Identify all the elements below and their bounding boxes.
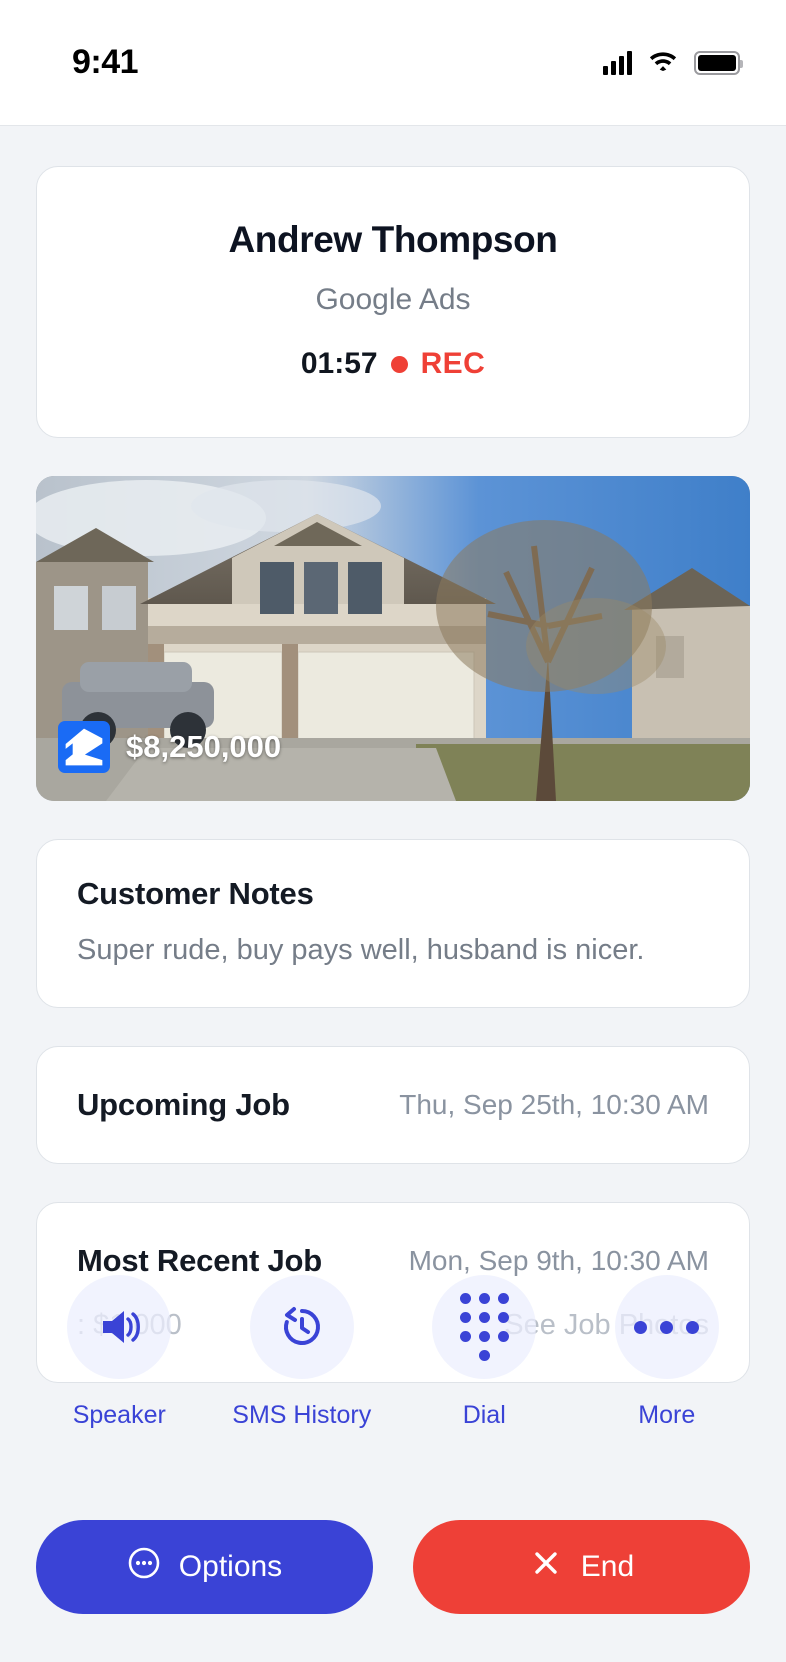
clock-history-icon bbox=[249, 1275, 354, 1379]
action-more-label: More bbox=[638, 1401, 696, 1429]
speaker-icon bbox=[67, 1275, 172, 1379]
property-price: $8,250,000 bbox=[126, 729, 282, 764]
call-action-bar: Speaker SMS History Dial More bbox=[0, 1275, 786, 1430]
battery-full-icon bbox=[694, 50, 743, 75]
upcoming-job-card[interactable]: Upcoming Job Thu, Sep 25th, 10:30 AM bbox=[36, 1046, 750, 1164]
ellipsis-icon bbox=[614, 1275, 719, 1379]
call-details-scroll[interactable]: Andrew Thompson Google Ads 01:57 REC $8,… bbox=[0, 126, 786, 1662]
caller-source: Google Ads bbox=[315, 283, 471, 316]
action-sms-history[interactable]: SMS History bbox=[227, 1275, 377, 1430]
options-circle-icon bbox=[127, 1546, 161, 1588]
action-more[interactable]: More bbox=[592, 1275, 742, 1430]
dialpad-icon bbox=[432, 1275, 537, 1379]
caller-name: Andrew Thompson bbox=[228, 219, 558, 260]
action-speaker[interactable]: Speaker bbox=[44, 1275, 194, 1430]
recent-job-label: Most Recent Job bbox=[77, 1243, 323, 1278]
status-bar: 9:41 bbox=[0, 0, 786, 126]
wifi-icon bbox=[648, 48, 678, 77]
action-dial-label: Dial bbox=[462, 1401, 506, 1429]
close-icon bbox=[529, 1546, 563, 1588]
status-icons bbox=[603, 48, 743, 77]
options-button[interactable]: Options bbox=[36, 1520, 373, 1614]
customer-notes-title: Customer Notes bbox=[77, 876, 314, 911]
end-call-button-label: End bbox=[580, 1550, 635, 1583]
customer-notes-body: Super rude, buy pays well, husband is ni… bbox=[77, 934, 645, 966]
signal-bars-icon bbox=[603, 50, 632, 75]
recording-dot-icon bbox=[390, 355, 408, 373]
options-button-label: Options bbox=[178, 1550, 283, 1583]
end-call-button[interactable]: End bbox=[413, 1520, 750, 1614]
upcoming-job-date: Thu, Sep 25th, 10:30 AM bbox=[399, 1089, 709, 1120]
action-dial[interactable]: Dial bbox=[409, 1275, 559, 1430]
property-photo[interactable]: $8,250,000 bbox=[36, 476, 750, 801]
action-sms-history-label: SMS History bbox=[232, 1401, 372, 1429]
call-status-row: 01:57 REC bbox=[61, 347, 725, 381]
status-time: 9:41 bbox=[72, 43, 139, 81]
recent-job-date: Mon, Sep 9th, 10:30 AM bbox=[408, 1245, 709, 1276]
caller-card: Andrew Thompson Google Ads 01:57 REC bbox=[36, 166, 750, 438]
property-price-badge: $8,250,000 bbox=[58, 721, 281, 773]
customer-notes-card[interactable]: Customer Notes Super rude, buy pays well… bbox=[36, 839, 750, 1008]
action-speaker-label: Speaker bbox=[72, 1401, 166, 1429]
bottom-button-bar: Options End bbox=[0, 1520, 786, 1614]
zillow-logo bbox=[58, 721, 110, 773]
recording-label: REC bbox=[420, 347, 486, 380]
call-screen: 9:41 Andrew Thompson Google Ads 01:57 RE… bbox=[0, 0, 786, 1662]
upcoming-job-label: Upcoming Job bbox=[77, 1087, 290, 1122]
call-timer: 01:57 bbox=[300, 347, 378, 380]
